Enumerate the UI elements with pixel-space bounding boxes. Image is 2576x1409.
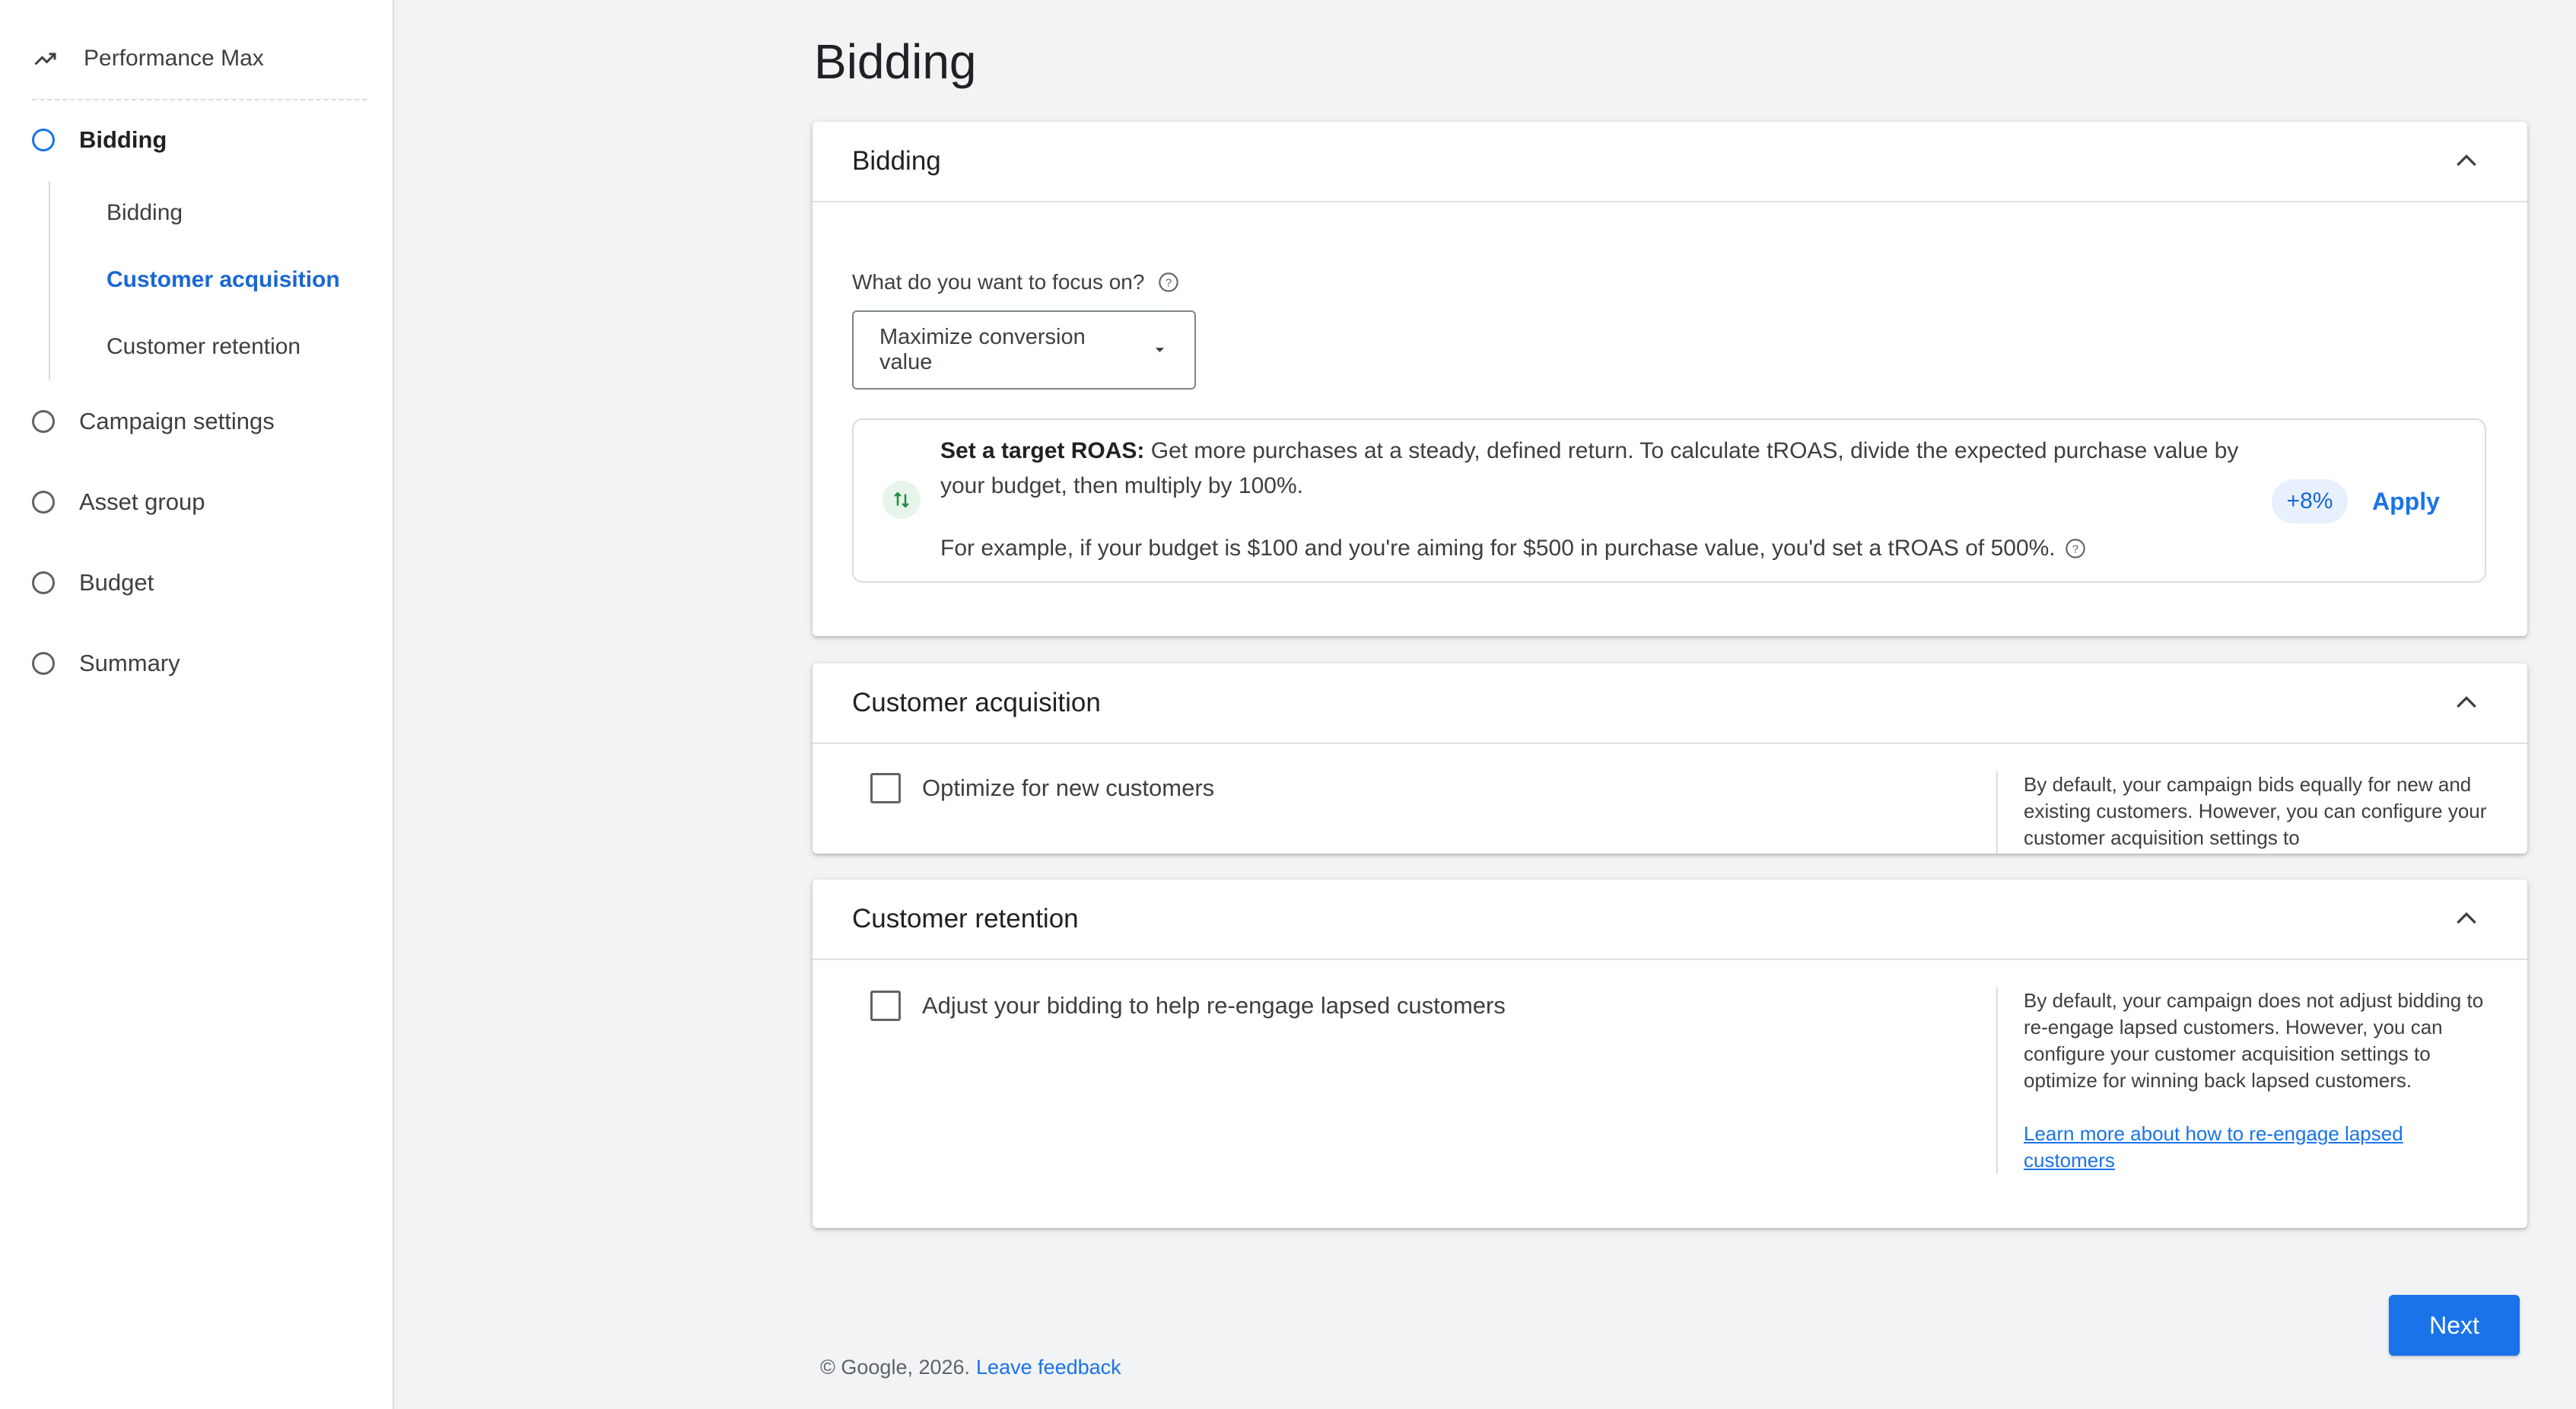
new-customers-option[interactable]: Optimize for new customers xyxy=(870,773,1214,803)
svg-text:?: ? xyxy=(1166,276,1172,289)
leave-feedback-link[interactable]: Leave feedback xyxy=(976,1356,1121,1379)
troas-recommendation: Set a target ROAS: Get more purchases at… xyxy=(852,418,2486,583)
trending-up-icon xyxy=(34,52,56,65)
sidebar-step-asset-group[interactable]: Asset group xyxy=(32,482,205,523)
recommendation-example-text: For example, if your budget is $100 and … xyxy=(940,536,2056,561)
retention-note: By default, your campaign does not adjus… xyxy=(2024,989,2484,1092)
retention-info: By default, your campaign does not adjus… xyxy=(1996,988,2498,1174)
learn-more-link[interactable]: Learn more about how to re-engage lapsed… xyxy=(2024,1121,2498,1174)
svg-text:?: ? xyxy=(2072,542,2078,555)
help-icon[interactable]: ? xyxy=(1158,272,1179,293)
chevron-up-icon[interactable] xyxy=(2445,682,2488,724)
customer-retention-card: Customer retention Adjust your bidding t… xyxy=(813,879,2527,1228)
sidebar-subitem-customer-retention[interactable]: Customer retention xyxy=(107,328,301,366)
bidding-card-header[interactable]: Bidding xyxy=(813,122,2527,202)
recommendation-heading: Set a target ROAS: xyxy=(940,438,1145,463)
chevron-up-icon[interactable] xyxy=(2445,140,2488,183)
focus-select[interactable]: Maximize conversion value xyxy=(852,310,1196,390)
sidebar-step-bidding[interactable]: Bidding xyxy=(32,119,167,161)
lapsed-customers-checkbox[interactable] xyxy=(870,991,901,1021)
apply-button[interactable]: Apply xyxy=(2372,481,2440,522)
sidebar-step-label: Budget xyxy=(79,569,154,596)
campaign-type-label: Performance Max xyxy=(84,46,264,71)
swap-vert-icon xyxy=(883,481,921,519)
sidebar-divider xyxy=(32,99,367,100)
sidebar-step-campaign-settings[interactable]: Campaign settings xyxy=(32,401,275,442)
step-status-icon xyxy=(32,410,55,433)
chevron-up-icon[interactable] xyxy=(2445,898,2488,940)
dropdown-arrow-icon xyxy=(1155,348,1165,352)
focus-select-value: Maximize conversion value xyxy=(879,325,1086,374)
acquisition-info: By default, your campaign bids equally f… xyxy=(1996,771,2498,854)
sidebar-step-label: Campaign settings xyxy=(79,408,275,434)
copyright: © Google, 2026. xyxy=(820,1356,971,1379)
sidebar-sub-divider xyxy=(49,181,50,380)
card-title: Customer retention xyxy=(852,904,1079,934)
retention-card-header[interactable]: Customer retention xyxy=(813,879,2527,960)
sidebar-step-summary[interactable]: Summary xyxy=(32,643,180,684)
option-label: Optimize for new customers xyxy=(922,774,1215,801)
acquisition-card-header[interactable]: Customer acquisition xyxy=(813,663,2527,744)
recommendation-text: Set a target ROAS: Get more purchases at… xyxy=(940,434,2249,504)
sidebar-step-label: Summary xyxy=(79,650,180,676)
focus-question: What do you want to focus on? ? xyxy=(852,270,1179,294)
step-status-icon xyxy=(32,129,55,151)
acquisition-note: By default, your campaign bids equally f… xyxy=(2024,773,2487,849)
recommendation-example: For example, if your budget is $100 and … xyxy=(940,536,2086,561)
sidebar: Performance Max Bidding Bidding Customer… xyxy=(0,0,394,1409)
new-customers-checkbox[interactable] xyxy=(870,773,901,803)
lapsed-customers-option[interactable]: Adjust your bidding to help re-engage la… xyxy=(870,991,1506,1021)
footer: © Google, 2026. Leave feedback xyxy=(820,1356,1121,1379)
page-title: Bidding xyxy=(814,34,977,89)
help-icon[interactable]: ? xyxy=(2065,538,2086,559)
sidebar-step-budget[interactable]: Budget xyxy=(32,562,154,603)
bidding-card: Bidding What do you want to focus on? ? … xyxy=(813,122,2527,636)
sidebar-subitem-customer-acquisition[interactable]: Customer acquisition xyxy=(107,261,340,299)
step-status-icon xyxy=(32,571,55,594)
sidebar-subitem-bidding[interactable]: Bidding xyxy=(107,194,183,232)
next-button[interactable]: Next xyxy=(2389,1295,2520,1356)
uplift-badge: +8% xyxy=(2272,479,2348,523)
option-label: Adjust your bidding to help re-engage la… xyxy=(922,992,1506,1019)
sidebar-step-label: Asset group xyxy=(79,488,205,515)
focus-label: What do you want to focus on? xyxy=(852,270,1145,294)
sidebar-step-label: Bidding xyxy=(79,126,167,153)
card-title: Bidding xyxy=(852,146,941,176)
sidebar-campaign-type[interactable]: Performance Max xyxy=(32,38,264,79)
customer-acquisition-card: Customer acquisition Optimize for new cu… xyxy=(813,663,2527,854)
card-title: Customer acquisition xyxy=(852,688,1101,717)
step-status-icon xyxy=(32,652,55,675)
step-status-icon xyxy=(32,491,55,514)
